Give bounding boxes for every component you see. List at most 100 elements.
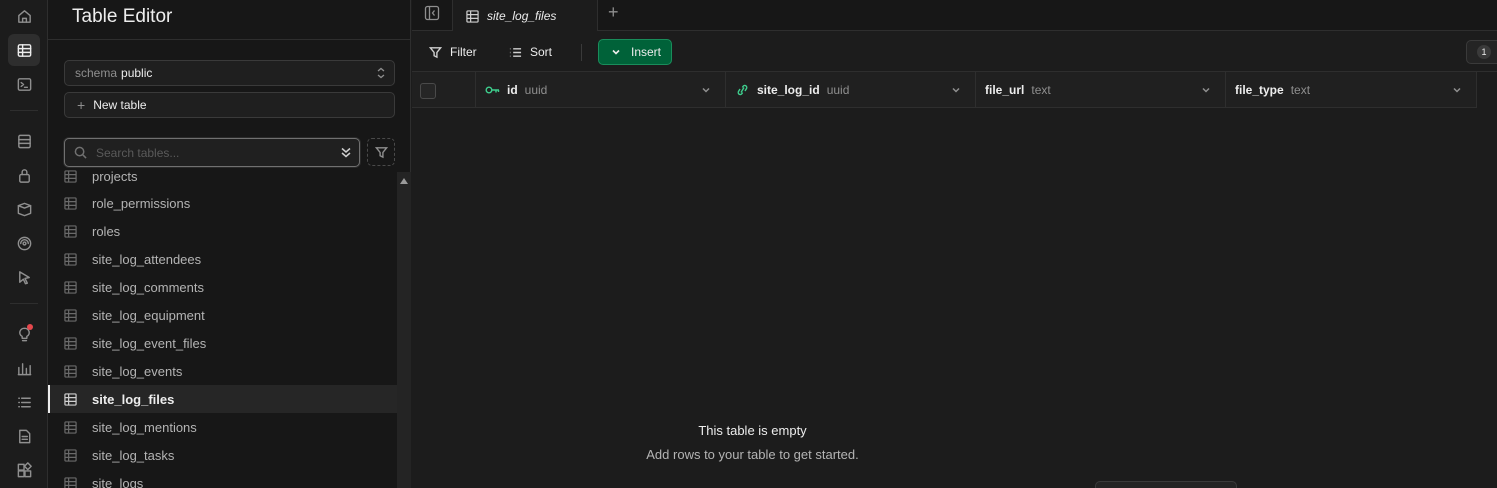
integrations-icon[interactable] bbox=[8, 454, 40, 486]
table-list-item[interactable]: site_log_tasks bbox=[48, 441, 397, 469]
schema-value: public bbox=[121, 66, 153, 80]
column-name: file_type bbox=[1235, 83, 1284, 97]
table-list-item[interactable]: projects bbox=[48, 166, 397, 190]
table-name: site_log_events bbox=[92, 363, 183, 379]
table-name: site_log_mentions bbox=[92, 419, 197, 435]
table-list-item[interactable]: site_log_mentions bbox=[48, 413, 397, 441]
search-tables-input[interactable] bbox=[96, 145, 326, 160]
filter-icon bbox=[374, 146, 388, 158]
select-all-cell bbox=[412, 72, 476, 108]
empty-state-subtitle: Add rows to your table to get started. bbox=[646, 447, 859, 462]
table-icon bbox=[64, 224, 77, 238]
chevron-down-icon[interactable] bbox=[951, 85, 961, 95]
new-table-button[interactable]: + New table bbox=[64, 92, 395, 118]
search-tables-box[interactable] bbox=[64, 138, 360, 167]
table-icon bbox=[466, 9, 479, 23]
column-header-id[interactable]: id uuid bbox=[476, 72, 726, 108]
table-list-item[interactable]: role_permissions bbox=[48, 189, 397, 217]
schema-label: schema bbox=[75, 66, 118, 80]
filter-icon bbox=[429, 46, 442, 58]
table-name: role_permissions bbox=[92, 195, 191, 211]
table-name: site_log_equipment bbox=[92, 307, 205, 323]
foreign-key-link-icon bbox=[737, 84, 748, 96]
table-list-item[interactable]: site_log_events bbox=[48, 357, 397, 385]
rail-divider bbox=[10, 110, 38, 111]
tab-divider bbox=[597, 0, 598, 31]
table-name: site_log_files bbox=[92, 391, 175, 407]
chevron-down-icon[interactable] bbox=[701, 85, 711, 95]
api-docs-icon[interactable] bbox=[8, 420, 40, 452]
table-list-scrollbar[interactable] bbox=[397, 172, 411, 488]
table-icon bbox=[64, 196, 77, 210]
table-list-item[interactable]: site_log_event_files bbox=[48, 329, 397, 357]
add-tab-icon[interactable]: + bbox=[608, 2, 619, 23]
empty-state-action-button[interactable] bbox=[1095, 481, 1237, 488]
table-list-item[interactable]: site_log_equipment bbox=[48, 301, 397, 329]
realtime-icon[interactable] bbox=[8, 227, 40, 259]
edge-functions-icon[interactable] bbox=[8, 261, 40, 293]
column-name: id bbox=[507, 83, 518, 97]
empty-state-title: This table is empty bbox=[698, 423, 807, 438]
select-all-checkbox[interactable] bbox=[420, 83, 436, 99]
column-type: text bbox=[1031, 83, 1051, 97]
tab-bar: site_log_files + bbox=[412, 0, 1497, 32]
table-list-item[interactable]: site_log_comments bbox=[48, 273, 397, 301]
storage-icon[interactable] bbox=[8, 193, 40, 225]
table-icon bbox=[64, 448, 77, 462]
grid-toolbar: Filter Sort Insert 1 bbox=[412, 31, 1497, 72]
column-type: uuid bbox=[826, 83, 850, 97]
table-list-item[interactable]: site_logs bbox=[48, 469, 397, 488]
filter-tables-button[interactable] bbox=[367, 138, 395, 166]
insert-button[interactable]: Insert bbox=[598, 39, 672, 65]
chevron-down-icon[interactable] bbox=[1452, 85, 1462, 95]
chevron-down-icon bbox=[612, 49, 620, 55]
auth-icon[interactable] bbox=[8, 159, 40, 191]
table-icon bbox=[64, 364, 77, 378]
home-icon[interactable] bbox=[8, 0, 40, 32]
column-type: uuid bbox=[524, 83, 548, 97]
rail-divider bbox=[10, 303, 38, 304]
notification-dot bbox=[27, 324, 33, 330]
insert-label: Insert bbox=[631, 45, 662, 59]
toolbar-divider bbox=[581, 44, 582, 61]
filter-button[interactable]: Filter bbox=[429, 39, 477, 65]
double-chevron-down-icon[interactable] bbox=[339, 145, 353, 160]
chevron-down-icon[interactable] bbox=[1201, 85, 1211, 95]
table-name: site_logs bbox=[92, 475, 144, 488]
table-list-item[interactable]: roles bbox=[48, 217, 397, 245]
column-name: site_log_id bbox=[757, 83, 820, 97]
table-icon bbox=[64, 476, 77, 488]
advisors-icon[interactable] bbox=[8, 318, 40, 350]
primary-key-icon bbox=[485, 86, 500, 94]
database-icon[interactable] bbox=[8, 125, 40, 157]
count-badge[interactable]: 1 bbox=[1466, 40, 1497, 64]
main-area: site_log_files + Filter Sort Insert 1 id bbox=[412, 0, 1497, 488]
table-editor-sidebar: Table Editor schema public + New table p… bbox=[48, 0, 411, 488]
schema-select[interactable]: schema public bbox=[64, 60, 395, 86]
logs-icon[interactable] bbox=[8, 386, 40, 418]
column-header-site-log-id[interactable]: site_log_id uuid bbox=[726, 72, 976, 108]
plus-icon: + bbox=[77, 97, 86, 113]
table-list-item-active[interactable]: site_log_files bbox=[48, 385, 397, 413]
sidebar-title: Table Editor bbox=[72, 6, 173, 27]
sort-label: Sort bbox=[530, 45, 553, 59]
table-editor-icon[interactable] bbox=[8, 34, 40, 66]
scroll-up-arrow-icon[interactable] bbox=[400, 178, 408, 184]
grid-header: id uuid site_log_id uuid file_url text f… bbox=[412, 72, 1477, 108]
sidebar-collapse-icon[interactable] bbox=[424, 5, 440, 21]
tab-site-log-files[interactable]: site_log_files bbox=[453, 0, 597, 32]
table-list: projects role_permissions roles site_log… bbox=[48, 166, 397, 488]
sort-button[interactable]: Sort bbox=[509, 39, 552, 65]
table-icon bbox=[64, 420, 77, 434]
sort-list-icon bbox=[509, 47, 522, 57]
table-icon bbox=[64, 280, 77, 294]
column-header-file-type[interactable]: file_type text bbox=[1226, 72, 1477, 108]
table-name: site_log_attendees bbox=[92, 251, 202, 267]
table-icon bbox=[64, 392, 77, 406]
sql-editor-icon[interactable] bbox=[8, 68, 40, 100]
column-header-file-url[interactable]: file_url text bbox=[976, 72, 1226, 108]
table-list-item[interactable]: site_log_attendees bbox=[48, 245, 397, 273]
tab-label: site_log_files bbox=[487, 9, 557, 23]
count-value: 1 bbox=[1477, 45, 1491, 59]
reports-icon[interactable] bbox=[8, 352, 40, 384]
